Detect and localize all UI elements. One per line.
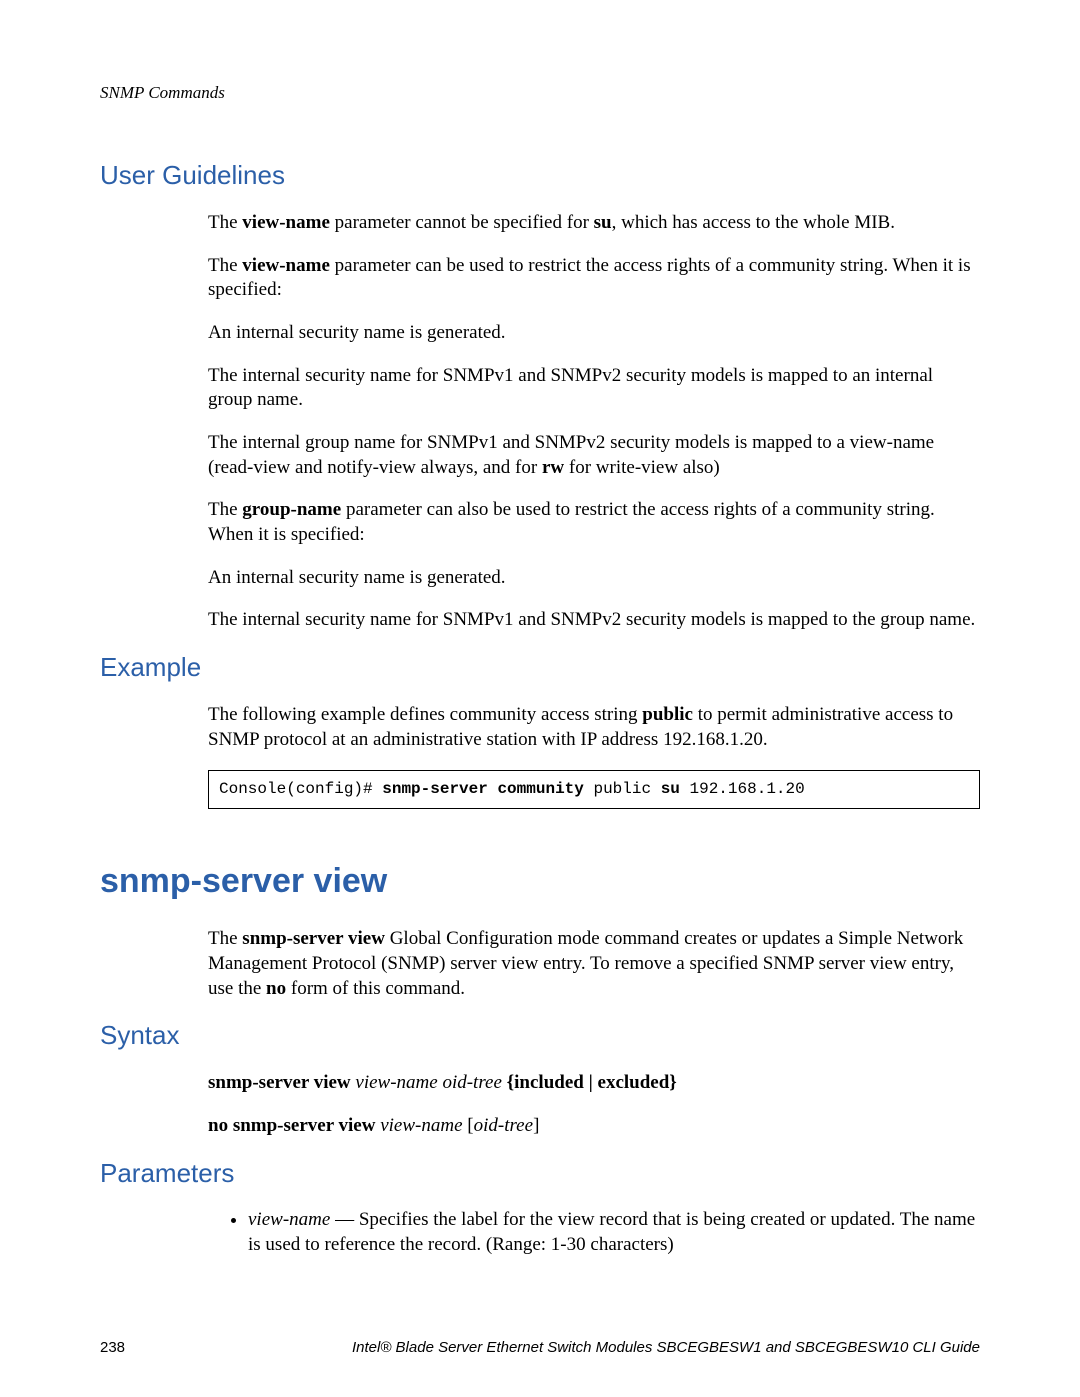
- paragraph: The following example defines community …: [208, 703, 980, 752]
- paragraph: The internal group name for SNMPv1 and S…: [208, 431, 980, 480]
- page-content: SNMP Commands User Guidelines The view-n…: [0, 0, 1080, 1258]
- paragraph: The view-name parameter can be used to r…: [208, 254, 980, 303]
- syntax-line: snmp-server view view-name oid-tree {inc…: [208, 1071, 980, 1096]
- footer-title: Intel® Blade Server Ethernet Switch Modu…: [352, 1338, 980, 1358]
- paragraph: The snmp-server view Global Configuratio…: [208, 927, 980, 1001]
- paragraph: The internal security name for SNMPv1 an…: [208, 364, 980, 413]
- user-guidelines-body: The view-name parameter cannot be specif…: [208, 211, 980, 633]
- page-number: 238: [100, 1338, 125, 1358]
- syntax-line: no snmp-server view view-name [oid-tree]: [208, 1114, 980, 1139]
- parameters-body: view-name — Specifies the label for the …: [208, 1208, 980, 1257]
- code-example: Console(config)# snmp-server community p…: [208, 770, 980, 809]
- heading-syntax: Syntax: [100, 1019, 980, 1053]
- syntax-body: snmp-server view view-name oid-tree {inc…: [208, 1071, 980, 1138]
- paragraph: The group-name parameter can also be use…: [208, 498, 980, 547]
- parameter-list: view-name — Specifies the label for the …: [208, 1208, 980, 1257]
- paragraph: An internal security name is generated.: [208, 321, 980, 346]
- heading-example: Example: [100, 651, 980, 685]
- heading-parameters: Parameters: [100, 1157, 980, 1191]
- paragraph: The internal security name for SNMPv1 an…: [208, 608, 980, 633]
- page-footer: 238 Intel® Blade Server Ethernet Switch …: [100, 1338, 980, 1358]
- paragraph: The view-name parameter cannot be specif…: [208, 211, 980, 236]
- command-intro: The snmp-server view Global Configuratio…: [208, 927, 980, 1001]
- list-item: view-name — Specifies the label for the …: [248, 1208, 980, 1257]
- running-header: SNMP Commands: [100, 82, 980, 104]
- example-body: The following example defines community …: [208, 703, 980, 809]
- heading-command-title: snmp-server view: [100, 859, 980, 903]
- paragraph: An internal security name is generated.: [208, 566, 980, 591]
- heading-user-guidelines: User Guidelines: [100, 159, 980, 193]
